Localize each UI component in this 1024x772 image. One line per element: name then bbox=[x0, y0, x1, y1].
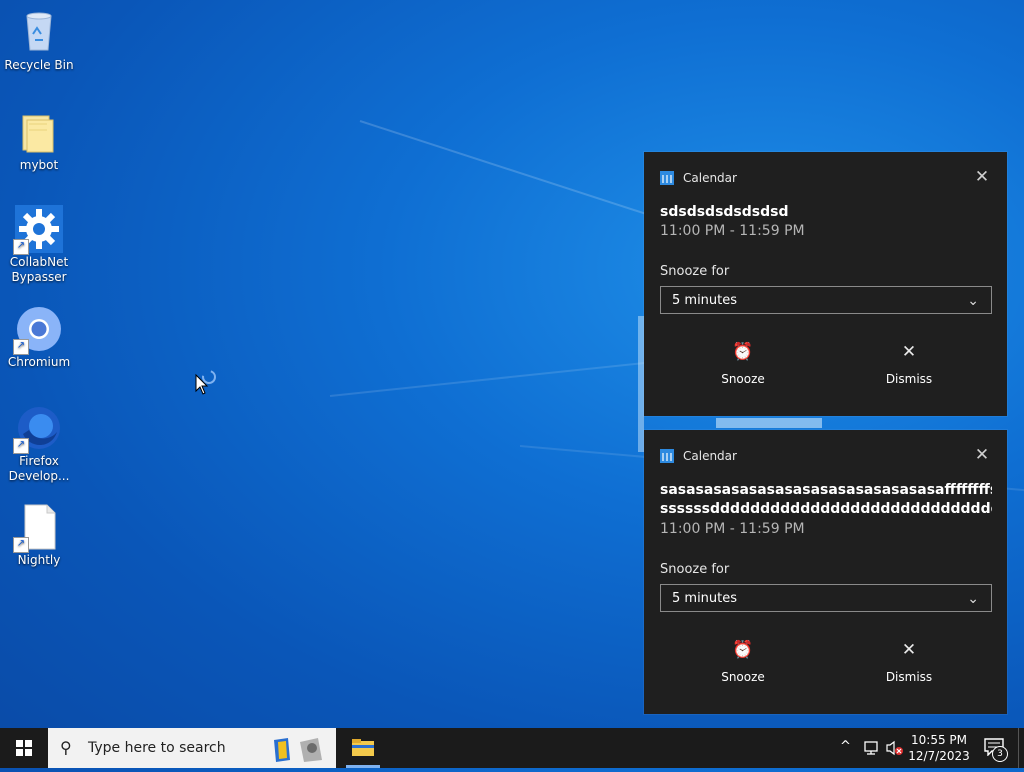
calendar-notification-2[interactable]: Calendar ✕ sasasasasasasasasasasasasasas… bbox=[644, 430, 1007, 714]
firefox-developer-icon: ↗ bbox=[13, 404, 63, 454]
volume-muted-icon bbox=[886, 740, 903, 756]
recycle-bin-icon bbox=[15, 8, 63, 56]
desktop-icon-recycle-bin[interactable]: Recycle Bin bbox=[2, 8, 76, 73]
start-button[interactable] bbox=[0, 728, 48, 768]
chevron-up-icon: ^ bbox=[840, 739, 851, 754]
dismiss-button[interactable]: ✕ Dismiss bbox=[839, 342, 979, 386]
notification-header: Calendar bbox=[660, 449, 737, 463]
snooze-button-label: Snooze bbox=[721, 372, 765, 386]
calendar-icon bbox=[660, 171, 674, 185]
desktop-icon-label: Recycle Bin bbox=[4, 58, 74, 72]
shortcut-arrow-icon: ↗ bbox=[13, 438, 29, 454]
desktop-icon-label: Chromium bbox=[7, 355, 71, 369]
shortcut-arrow-icon: ↗ bbox=[13, 537, 29, 553]
network-tray-button[interactable] bbox=[860, 728, 882, 768]
notification-header: Calendar bbox=[660, 171, 737, 185]
desktop-icon-collabnet-bypasser[interactable]: ↗ CollabNet Bypasser bbox=[2, 205, 76, 285]
shortcut-arrow-icon: ↗ bbox=[13, 339, 29, 355]
notification-title: sdsdsdsdsdsdsd bbox=[660, 204, 789, 220]
calendar-icon bbox=[660, 449, 674, 463]
taskbar: ⚲ Type here to search ^ 10:55 PM 12/7/20… bbox=[0, 728, 1024, 768]
snooze-duration-value: 5 minutes bbox=[672, 591, 738, 606]
chromium-icon: ↗ bbox=[13, 305, 63, 355]
search-box[interactable]: ⚲ Type here to search bbox=[48, 728, 336, 768]
desktop-icon-mybot[interactable]: mybot bbox=[2, 108, 76, 173]
chevron-down-icon: ⌄ bbox=[967, 591, 979, 607]
snooze-button[interactable]: ⏰ Snooze bbox=[673, 640, 813, 684]
search-highlight-icon bbox=[266, 732, 330, 764]
network-icon bbox=[864, 741, 878, 755]
alarm-clock-icon: ⏰ bbox=[732, 640, 754, 660]
close-icon: ✕ bbox=[901, 342, 917, 362]
document-icon: ↗ bbox=[13, 503, 63, 553]
dismiss-button-label: Dismiss bbox=[885, 372, 933, 386]
volume-tray-button[interactable] bbox=[884, 728, 906, 768]
show-desktop-button[interactable] bbox=[1018, 728, 1024, 768]
snooze-for-label: Snooze for bbox=[660, 562, 730, 577]
desktop-icon-firefox-developer[interactable]: ↗ Firefox Develop... bbox=[2, 404, 76, 484]
file-explorer-taskbar-button[interactable] bbox=[346, 728, 380, 768]
desktop-icon-label: mybot bbox=[19, 158, 59, 172]
alarm-clock-icon: ⏰ bbox=[732, 342, 754, 362]
action-center-button[interactable]: 3 bbox=[984, 738, 1008, 762]
notification-time: 11:00 PM - 11:59 PM bbox=[660, 223, 805, 239]
desktop-icon-nightly[interactable]: ↗ Nightly bbox=[2, 503, 76, 568]
gear-icon: ↗ bbox=[13, 205, 63, 255]
search-icon: ⚲ bbox=[60, 738, 72, 757]
notification-time: 11:00 PM - 11:59 PM bbox=[660, 521, 805, 537]
taskbar-clock[interactable]: 10:55 PM 12/7/2023 bbox=[906, 732, 972, 764]
notification-app-name: Calendar bbox=[683, 171, 737, 185]
folder-icon bbox=[15, 108, 63, 156]
shortcut-arrow-icon: ↗ bbox=[13, 239, 29, 255]
desktop-icon-label: Firefox Develop... bbox=[8, 454, 70, 483]
close-icon[interactable]: ✕ bbox=[973, 446, 991, 464]
calendar-notification-1[interactable]: Calendar ✕ sdsdsdsdsdsdsd 11:00 PM - 11:… bbox=[644, 152, 1007, 416]
desktop-icon-chromium[interactable]: ↗ Chromium bbox=[2, 305, 76, 370]
clock-date: 12/7/2023 bbox=[908, 749, 970, 763]
mouse-cursor bbox=[195, 368, 221, 400]
notification-app-name: Calendar bbox=[683, 449, 737, 463]
clock-time: 10:55 PM bbox=[911, 733, 967, 747]
snooze-duration-value: 5 minutes bbox=[672, 293, 738, 308]
close-icon[interactable]: ✕ bbox=[973, 168, 991, 186]
search-placeholder: Type here to search bbox=[88, 740, 226, 756]
notification-title-line-2: ssssssdddddddddddddddddddddddddddddddddd… bbox=[660, 501, 992, 517]
snooze-button[interactable]: ⏰ Snooze bbox=[673, 342, 813, 386]
desktop-icon-label: CollabNet Bypasser bbox=[9, 255, 69, 284]
dismiss-button-label: Dismiss bbox=[885, 670, 933, 684]
snooze-duration-select[interactable]: 5 minutes ⌄ bbox=[660, 286, 992, 314]
snooze-button-label: Snooze bbox=[721, 670, 765, 684]
close-icon: ✕ bbox=[901, 640, 917, 660]
desktop-icon-label: Nightly bbox=[17, 553, 61, 567]
chevron-down-icon: ⌄ bbox=[967, 293, 979, 309]
windows-logo-icon bbox=[16, 740, 32, 756]
notification-title-line-1: sasasasasasasasasasasasasasasasaffffffff… bbox=[660, 482, 992, 498]
dismiss-button[interactable]: ✕ Dismiss bbox=[839, 640, 979, 684]
show-hidden-icons-button[interactable]: ^ bbox=[838, 728, 856, 768]
file-explorer-icon bbox=[346, 739, 380, 768]
snooze-duration-select[interactable]: 5 minutes ⌄ bbox=[660, 584, 992, 612]
snooze-for-label: Snooze for bbox=[660, 264, 730, 279]
notification-count-badge: 3 bbox=[992, 746, 1008, 762]
